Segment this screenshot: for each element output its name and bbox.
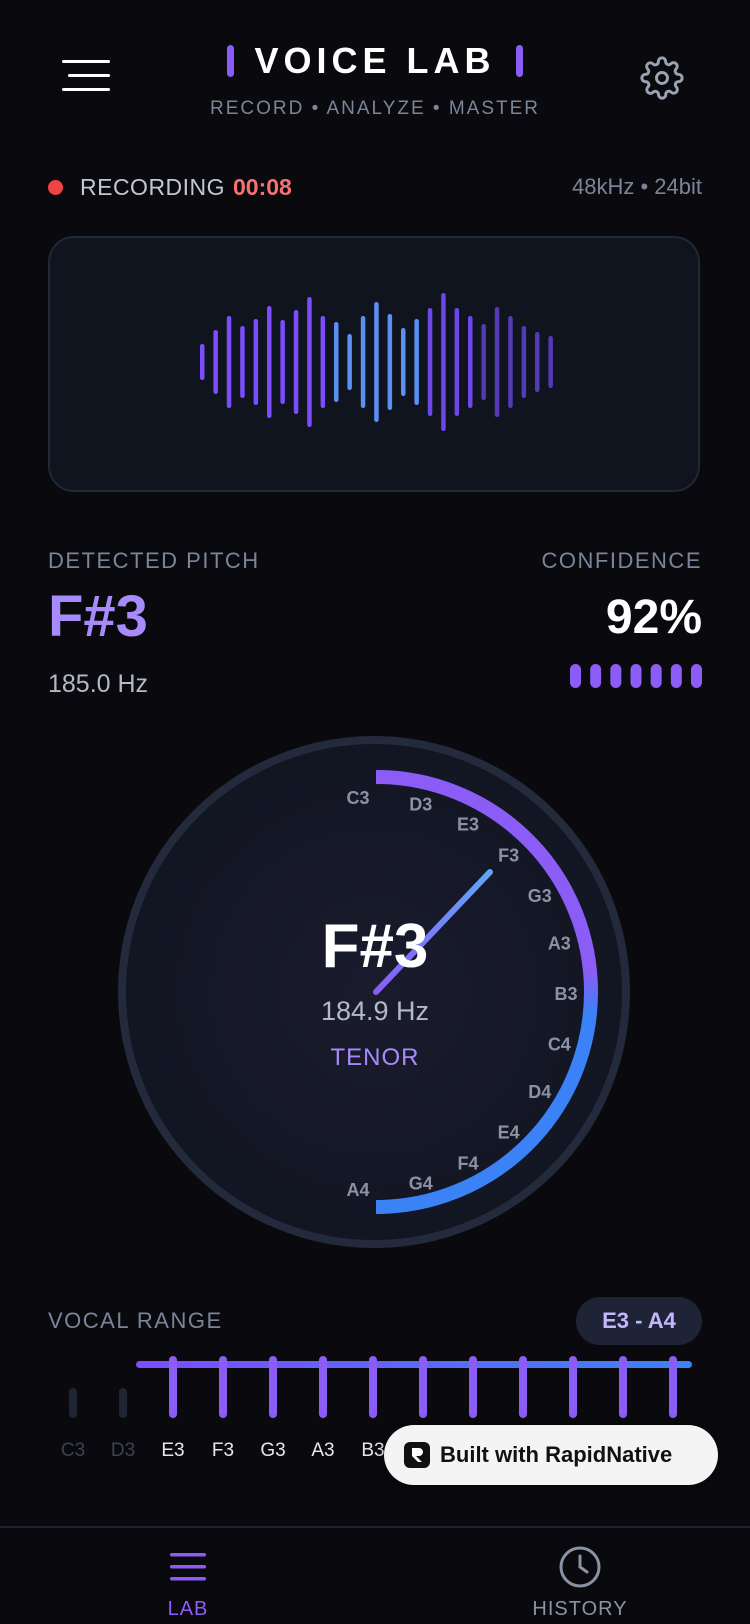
recording-timer: 00:08 (233, 174, 292, 200)
waveform-bar (494, 307, 500, 417)
vocal-range-bar (219, 1356, 227, 1418)
waveform-bar (535, 332, 540, 392)
waveform-bar (401, 328, 406, 396)
dial-note-label: E4 (498, 1123, 520, 1143)
waveform-bar (347, 334, 352, 390)
vocal-range-bar (369, 1356, 377, 1418)
tab-history[interactable]: HISTORY (510, 1544, 650, 1624)
waveform-bar (414, 319, 419, 405)
waveform-bar (213, 330, 218, 394)
vocal-range-note-label: B3 (361, 1440, 384, 1461)
vocal-range-bar (469, 1356, 477, 1418)
dial-note-label: G3 (528, 886, 552, 906)
app-title: VOICE LAB (254, 40, 496, 81)
waveform-bar (293, 310, 299, 414)
voice-type: TENOR (330, 1044, 420, 1071)
dial-hz: 184.9 Hz (320, 996, 430, 1026)
vocal-range-bar (419, 1356, 427, 1418)
app-title-group: VOICE LAB (0, 40, 750, 82)
waveform-visualizer (200, 293, 553, 431)
detected-pitch-note: F#3 (48, 584, 148, 649)
vocal-range-bar (569, 1356, 577, 1418)
vocal-range-note-label: A3 (311, 1440, 334, 1461)
dial-note-label: C3 (346, 788, 369, 808)
confidence-segment (670, 664, 682, 688)
waveform-bar (253, 319, 259, 405)
waveform-bar (320, 316, 326, 408)
pitch-dial: C3 D3E3F3G3A3B3C4D4E4F4G4A4 (118, 736, 630, 1248)
list-icon (170, 1553, 206, 1581)
dial-note-label: D3 (409, 795, 432, 815)
waveform-bar (267, 306, 272, 418)
recording-label: RECORDING (80, 174, 226, 200)
vocal-range-note-label: D3 (111, 1440, 135, 1461)
confidence-segment (610, 664, 622, 688)
detected-pitch-label: DETECTED PITCH (48, 548, 260, 573)
app-subtitle: RECORD • ANALYZE • MASTER (209, 98, 541, 119)
dial-note: F#3 (321, 912, 429, 981)
clock-icon (559, 1546, 601, 1588)
dial-note-label: E3 (457, 814, 479, 834)
vocal-range-note-label: E3 (161, 1440, 184, 1461)
dial-note-label: F3 (498, 845, 519, 865)
vocal-range-note-label: C3 (61, 1440, 85, 1461)
nav-divider (0, 1526, 750, 1528)
waveform-bar (226, 316, 232, 408)
dial-note-label: G4 (409, 1173, 433, 1193)
title-accent-bar (227, 45, 235, 77)
waveform-bar (307, 297, 312, 427)
waveform-bar (280, 320, 285, 404)
built-with-badge[interactable]: Built with RapidNative (384, 1425, 718, 1485)
vocal-range-note-label: G3 (260, 1440, 285, 1461)
vocal-range-bar (619, 1356, 627, 1418)
waveform-bar (360, 316, 366, 408)
confidence-meter (570, 664, 702, 688)
confidence-label: CONFIDENCE (541, 548, 702, 573)
detected-pitch-hz: 185.0 Hz (48, 670, 149, 698)
confidence-segment (570, 664, 581, 688)
vocal-range-bar (319, 1356, 327, 1418)
tab-history-label: HISTORY (532, 1598, 628, 1620)
tab-lab[interactable]: LAB (128, 1546, 248, 1624)
confidence-segment (630, 664, 642, 688)
vocal-range-bar (669, 1356, 677, 1418)
waveform-bar (521, 326, 527, 398)
waveform-bar (441, 293, 446, 431)
waveform-bar (374, 302, 379, 422)
waveform-bar (468, 316, 473, 408)
dial-note-label: F4 (457, 1154, 478, 1174)
vocal-range-label: VOCAL RANGE (48, 1308, 223, 1333)
waveform-bar (427, 308, 433, 416)
vocal-range-note-label: F3 (212, 1440, 234, 1461)
vocal-range-bar (269, 1356, 277, 1418)
gear-icon[interactable] (640, 56, 684, 100)
tab-lab-label: LAB (167, 1598, 209, 1620)
confidence-segment (650, 664, 662, 688)
confidence-value: 92% (605, 591, 702, 644)
menu-icon-line (62, 88, 110, 91)
waveform-bar (508, 316, 513, 408)
recording-indicator-dot (48, 180, 63, 195)
rapidnative-logo-icon (404, 1442, 430, 1468)
vocal-range-pill: E3 - A4 (576, 1297, 702, 1345)
dial-note-label: D4 (528, 1082, 551, 1102)
dial-note-label: A4 (346, 1180, 369, 1200)
vocal-range-bar (119, 1388, 127, 1418)
waveform-bar (454, 308, 460, 416)
waveform-bar (548, 336, 553, 388)
vocal-range-bar (169, 1356, 177, 1418)
vocal-range-bar (519, 1356, 527, 1418)
waveform-bar (387, 314, 393, 410)
waveform-bar (240, 326, 245, 398)
vocal-range-bar (69, 1388, 77, 1418)
waveform-bar (334, 322, 339, 402)
confidence-segment (691, 664, 702, 688)
title-accent-bar (515, 45, 523, 77)
audio-format: 48kHz • 24bit (572, 174, 702, 199)
waveform-bar (200, 344, 205, 380)
confidence-segment (590, 664, 602, 688)
badge-text: Built with RapidNative (440, 1442, 673, 1467)
waveform-bar (481, 324, 486, 400)
